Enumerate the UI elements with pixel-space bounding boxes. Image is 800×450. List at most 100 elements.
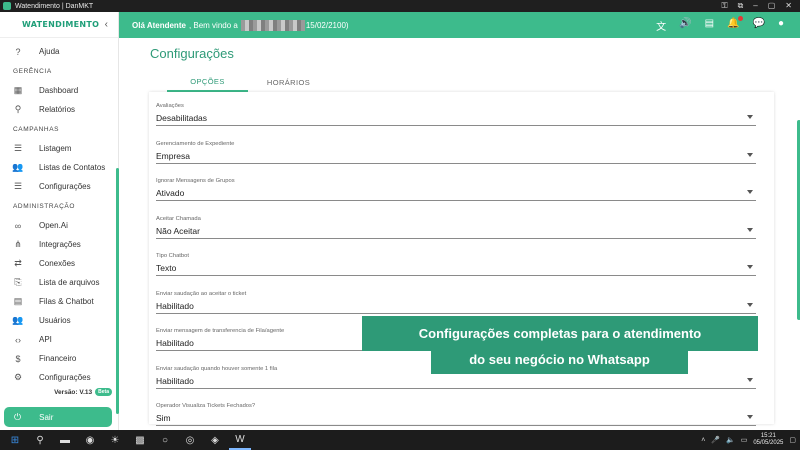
- field-value: Desabilitadas: [156, 113, 208, 123]
- sidebar-item-conexoes[interactable]: ⇄ Conexões: [0, 254, 119, 273]
- sidebar-item-label: Financeiro: [39, 354, 77, 363]
- sidebar-menu: ? Ajuda GERÊNCIA ▦ Dashboard ⚲ Relatórios C…: [0, 42, 119, 387]
- select-operador-tickets-fechados[interactable]: Operador Visualiza Tickets Fechados? Sim: [156, 396, 756, 426]
- list-icon: ☰: [13, 181, 23, 191]
- system-clock[interactable]: 15:21 05/05/2025: [753, 433, 783, 447]
- chevron-left-icon[interactable]: ‹: [105, 19, 108, 30]
- gear-icon: ⚙: [13, 372, 23, 382]
- notification-dot: [737, 15, 743, 21]
- field-label: Tipo Chatbot: [156, 253, 189, 259]
- caret-down-icon: [747, 190, 753, 194]
- logout-button[interactable]: ⏻ Sair: [4, 407, 112, 427]
- notifications-icon[interactable]: 🔔: [727, 15, 743, 33]
- extensions-icon[interactable]: ⧉: [738, 1, 744, 11]
- sidebar-item-label: Conexões: [39, 259, 76, 268]
- select-avaliacoes[interactable]: Avaliações Desabilitadas: [156, 96, 756, 126]
- app-icon[interactable]: ◈: [204, 430, 226, 450]
- windows-start-icon[interactable]: ⊞: [4, 430, 26, 450]
- sidebar-item-label: Lista de arquivos: [39, 278, 100, 287]
- key-icon[interactable]: ⚿: [721, 1, 727, 11]
- vivaldi-icon[interactable]: ◉: [79, 430, 101, 450]
- sidebar-item-ajuda[interactable]: ? Ajuda: [0, 42, 119, 61]
- field-value: Habilitado: [156, 338, 194, 348]
- sidebar-item-dashboard[interactable]: ▦ Dashboard: [0, 81, 119, 100]
- caret-down-icon: [747, 115, 753, 119]
- field-value: Não Aceitar: [156, 226, 200, 236]
- system-tray: ˄ 🎤 🔈 ▭ 15:21 05/05/2025 ▢: [701, 430, 796, 450]
- field-label: Enviar saudação ao aceitar o ticket: [156, 291, 247, 297]
- chrome-icon[interactable]: ◎: [179, 430, 201, 450]
- brand-logo: WATENDIMENTO: [22, 20, 100, 29]
- attachment-icon: ⎘: [14, 277, 22, 287]
- field-value: Habilitado: [156, 376, 194, 386]
- field-label: Enviar mensagem de transferencia de Fila…: [156, 328, 285, 334]
- people-icon: 👥: [12, 162, 24, 172]
- sidebar-item-label: Ajuda: [39, 47, 60, 56]
- sidebar-item-lista-arquivos[interactable]: ⎘ Lista de arquivos: [0, 273, 119, 292]
- minimize-icon[interactable]: –: [753, 1, 757, 11]
- section-administracao: ADMINISTRAÇÃO: [13, 202, 75, 210]
- sidebar-item-label: Filas & Chatbot: [39, 297, 94, 306]
- tab-horarios[interactable]: HORÁRIOS: [248, 72, 329, 92]
- speaker-icon[interactable]: 🔈: [726, 436, 735, 444]
- announcement-icon[interactable]: ▤: [705, 18, 714, 33]
- field-label: Operador Visualiza Tickets Fechados?: [156, 403, 256, 409]
- redacted-text: [240, 19, 305, 31]
- sidebar-item-integracoes[interactable]: ⋔ Integrações: [0, 235, 119, 254]
- cortana-icon[interactable]: ○: [154, 430, 176, 450]
- field-label: Avaliações: [156, 103, 184, 109]
- sidebar-header: WATENDIMENTO ‹: [0, 12, 118, 38]
- sidebar-item-label: Configurações: [39, 373, 91, 382]
- maximize-icon[interactable]: ▢: [768, 1, 776, 11]
- close-icon[interactable]: ✕: [785, 1, 792, 11]
- watendimento-taskbar-icon[interactable]: W: [229, 430, 251, 450]
- notification-center-icon[interactable]: ▢: [789, 436, 796, 444]
- sidebar-item-filas-chatbot[interactable]: ▤ Filas & Chatbot: [0, 292, 119, 311]
- sidebar-item-usuarios[interactable]: 👥 Usuários: [0, 311, 119, 330]
- greeting-expiry: 15/02/2100): [305, 20, 349, 30]
- select-saudacao-aceitar[interactable]: Enviar saudação ao aceitar o ticket Habi…: [156, 284, 756, 314]
- tab-opcoes[interactable]: OPÇÕES: [167, 72, 248, 92]
- weather-icon[interactable]: ☀: [104, 430, 126, 450]
- sidebar-item-relatorios[interactable]: ⚲ Relatórios: [0, 100, 119, 119]
- sidebar-item-openai[interactable]: ∞ Open.Ai: [0, 216, 119, 235]
- field-value: Ativado: [156, 188, 185, 198]
- microphone-icon[interactable]: 🎤: [711, 436, 720, 444]
- translate-icon[interactable]: 文: [656, 18, 666, 33]
- dashboard-icon: ▦: [13, 85, 23, 95]
- clock-time: 15:21: [760, 433, 776, 439]
- field-value: Habilitado: [156, 301, 194, 311]
- select-aceitar-chamada[interactable]: Aceitar Chamada Não Aceitar: [156, 209, 756, 239]
- sidebar-item-configuracoes[interactable]: ⚙ Configurações: [0, 368, 119, 387]
- window-title: Watendimento | DanMKT: [15, 2, 94, 10]
- app-icon[interactable]: ▩: [129, 430, 151, 450]
- sidebar-item-listagem[interactable]: ☰ Listagem: [0, 139, 119, 158]
- network-icon[interactable]: ▭: [741, 436, 748, 444]
- field-value: Texto: [156, 263, 177, 273]
- window-titlebar: Watendimento | DanMKT ⚿ ⧉ – ▢ ✕: [0, 0, 800, 12]
- sidebar-item-label: Dashboard: [39, 86, 79, 95]
- sidebar-item-label: Listagem: [39, 144, 72, 153]
- account-icon[interactable]: ●: [778, 18, 784, 33]
- search-icon[interactable]: ⚲: [29, 430, 51, 450]
- select-ignorar-grupos[interactable]: Ignorar Mensagens de Grupos Ativado: [156, 171, 756, 201]
- file-explorer-icon[interactable]: ▬: [54, 430, 76, 450]
- sidebar-item-label: Relatórios: [39, 105, 76, 114]
- sidebar: WATENDIMENTO ‹ ? Ajuda GERÊNCIA ▦ Dashboar…: [0, 12, 119, 430]
- sidebar-item-campanhas-config[interactable]: ☰ Configurações: [0, 177, 119, 196]
- select-gerenciamento-expediente[interactable]: Gerenciamento de Expediente Empresa: [156, 134, 756, 164]
- greeting-name: Olá Atendente: [132, 20, 186, 30]
- select-tipo-chatbot[interactable]: Tipo Chatbot Texto: [156, 246, 756, 276]
- chevron-up-icon[interactable]: ˄: [701, 437, 705, 444]
- infinity-icon: ∞: [14, 220, 22, 231]
- hub-icon: ⋔: [14, 239, 22, 249]
- page-title: Configurações: [150, 46, 234, 61]
- sidebar-item-financeiro[interactable]: $ Financeiro: [0, 349, 119, 368]
- volume-icon[interactable]: 🔊: [679, 18, 691, 33]
- beta-badge: Beta: [95, 388, 112, 396]
- sync-icon: ⇄: [14, 258, 22, 268]
- field-value: Empresa: [156, 151, 191, 161]
- sidebar-item-api[interactable]: ‹› API: [0, 330, 119, 349]
- sidebar-item-listas-contatos[interactable]: 👥 Listas de Contatos: [0, 158, 119, 177]
- chat-icon[interactable]: 💬: [753, 18, 765, 33]
